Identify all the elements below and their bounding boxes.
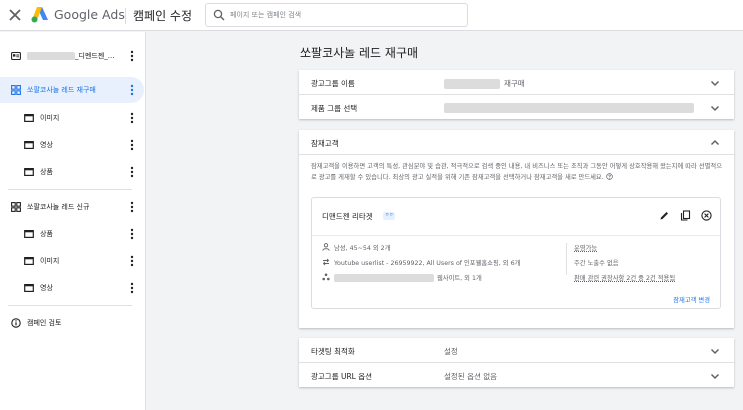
more-vert-icon[interactable]	[130, 84, 134, 96]
audience-header-row[interactable]: 잠재고객	[299, 130, 734, 154]
advanced-settings-card: 타겟팅 최적화 설정 광고그룹 URL 옵션 설정된 옵션 없음	[299, 338, 734, 387]
campaign-grid-icon	[11, 202, 21, 212]
edit-pencil-icon[interactable]	[659, 210, 670, 221]
person-icon	[322, 243, 330, 251]
audience-badge: ㅇㅇ	[383, 212, 396, 220]
sidebar-item-campaign-review[interactable]: 캠페인 검토	[0, 310, 146, 336]
info-icon	[11, 318, 21, 328]
sidebar-item-account[interactable]: _디멘드젠_...	[0, 43, 146, 69]
more-vert-icon[interactable]	[130, 228, 134, 240]
recommendation-status[interactable]: 판매 관련 권장사항 2건 중 2건 적용됨	[574, 273, 675, 282]
ad-group-name-label: 광고그룹 이름	[311, 79, 355, 88]
change-audience-link[interactable]: 잠재고객 변경	[673, 295, 710, 304]
ad-group-icon	[24, 257, 34, 266]
audience-websites: 웹사이트, 외 1개	[322, 273, 482, 282]
audience-card: 잠재고객 잠재고객을 이용하면 고객의 특성, 관심분야 및 습관, 적극적으로…	[299, 130, 734, 328]
sidebar-adgroup-label: 이미지	[40, 114, 60, 122]
sidebar-campaign-label: 쏘팔코사놀 레드 재구매	[27, 86, 96, 94]
ad-group-icon	[24, 284, 34, 293]
ad-group-icon	[24, 141, 34, 150]
more-vert-icon[interactable]	[130, 112, 134, 124]
brand-name: Google Ads	[54, 7, 125, 22]
optimization-status: 운영가능	[574, 245, 598, 252]
url-options-label: 광고그룹 URL 옵션	[311, 372, 373, 381]
audience-description: 잠재고객을 이용하면 고객의 특성, 관심분야 및 습관, 적극적으로 검색 중…	[311, 163, 723, 181]
targeting-optimization-value: 설정	[444, 347, 458, 356]
chevron-down-icon	[710, 348, 720, 355]
audience-section-label: 잠재고객	[311, 139, 339, 148]
close-icon[interactable]	[7, 7, 23, 23]
targeting-optimization-label: 타겟팅 최적화	[311, 347, 355, 356]
search-input[interactable]	[230, 7, 460, 23]
more-vert-icon[interactable]	[130, 50, 134, 62]
more-vert-icon[interactable]	[130, 139, 134, 151]
sidebar-adgroup-label: 영상	[40, 141, 53, 149]
url-options-value: 설정된 옵션 없음	[444, 372, 498, 381]
sidebar-adgroup-label: 이미지	[40, 257, 60, 265]
sidebar-adgroup-label: 상품	[40, 168, 53, 176]
sidebar-item-adgroup-video[interactable]: 영상	[0, 132, 146, 158]
audience-demographics: 남성, 45~54 외 2개	[322, 243, 391, 252]
sidebar-review-label: 캠페인 검토	[27, 319, 62, 327]
page-name: 캠페인 수정	[133, 9, 193, 23]
google-ads-logo-icon	[31, 7, 48, 23]
sidebar-divider	[8, 305, 132, 306]
help-icon[interactable]	[605, 172, 613, 180]
ad-group-icon	[24, 168, 34, 177]
sidebar-divider	[8, 189, 132, 190]
sidebar-item-adgroup-product[interactable]: 상품	[0, 159, 146, 185]
product-group-value	[444, 103, 694, 113]
more-vert-icon[interactable]	[130, 166, 134, 178]
copy-icon[interactable]	[680, 210, 691, 221]
more-vert-icon[interactable]	[130, 282, 134, 294]
sidebar-item-adgroup-image[interactable]: 이미지	[0, 105, 146, 131]
top-app-bar: Google Ads 캠페인 수정	[0, 0, 743, 31]
chevron-down-icon	[710, 80, 720, 87]
ad-group-icon	[24, 230, 34, 239]
audience-userlist: Youtube userlist - 26959922, All Users o…	[322, 258, 520, 267]
page-title: 쏘팔코사놀 레드 재구매	[300, 46, 419, 60]
redacted-text	[334, 274, 434, 282]
audience-item-card: 디맨드젠 리타겟 ㅇㅇ 남성, 45~54 외 2개 Youtube userl…	[311, 197, 721, 309]
more-vert-icon[interactable]	[130, 201, 134, 213]
account-card-icon	[11, 51, 21, 61]
redacted-account-name	[27, 52, 75, 60]
chevron-down-icon	[710, 105, 720, 112]
campaign-grid-icon	[11, 85, 21, 95]
sidebar-account-label: _디멘드젠_...	[27, 51, 114, 61]
inner-divider	[312, 235, 720, 236]
ad-group-name-row[interactable]: 광고그룹 이름 재구매	[299, 70, 734, 94]
url-options-row[interactable]: 광고그룹 URL 옵션 설정된 옵션 없음	[299, 363, 734, 387]
sidebar-item-adgroup-video[interactable]: 영상	[0, 275, 146, 301]
sidebar-item-adgroup-image[interactable]: 이미지	[0, 248, 146, 274]
sidebar-item-campaign-new[interactable]: 쏘팔코사놀 레드 신규	[0, 194, 146, 220]
vertical-divider	[566, 243, 567, 275]
row-divider	[299, 154, 734, 155]
redacted-text	[444, 79, 500, 89]
remove-circle-icon[interactable]	[701, 210, 712, 221]
product-group-label: 제품 그룹 선택	[311, 104, 358, 113]
sidebar-adgroup-label: 영상	[40, 284, 53, 292]
redacted-text	[444, 103, 694, 113]
chevron-down-icon	[710, 373, 720, 380]
chevron-up-icon[interactable]	[709, 137, 721, 149]
search-box[interactable]	[205, 3, 468, 27]
segments-icon	[322, 273, 330, 281]
audience-name: 디맨드젠 리타겟	[322, 212, 373, 221]
ad-group-settings-card: 광고그룹 이름 재구매 제품 그룹 선택	[299, 70, 734, 119]
sidebar-item-adgroup-product[interactable]: 상품	[0, 221, 146, 247]
frequency-status: 주간 노출수 없음	[574, 260, 619, 267]
product-group-row[interactable]: 제품 그룹 선택	[299, 95, 734, 119]
sidebar-item-campaign-repurchase[interactable]: 쏘팔코사놀 레드 재구매	[0, 77, 144, 103]
sidebar-adgroup-label: 상품	[40, 230, 53, 238]
ad-group-icon	[24, 114, 34, 123]
more-vert-icon[interactable]	[130, 255, 134, 267]
sidebar-campaign-label: 쏘팔코사놀 레드 신규	[27, 203, 90, 211]
sidebar: _디멘드젠_... 쏘팔코사놀 레드 재구매 이미지 영상 상품 쏘팔코사놀 레…	[0, 32, 146, 410]
ad-group-name-value: 재구매	[444, 78, 525, 89]
search-icon	[213, 9, 225, 21]
sync-arrows-icon	[322, 258, 330, 266]
header-divider	[125, 8, 126, 24]
targeting-optimization-row[interactable]: 타겟팅 최적화 설정	[299, 338, 734, 362]
